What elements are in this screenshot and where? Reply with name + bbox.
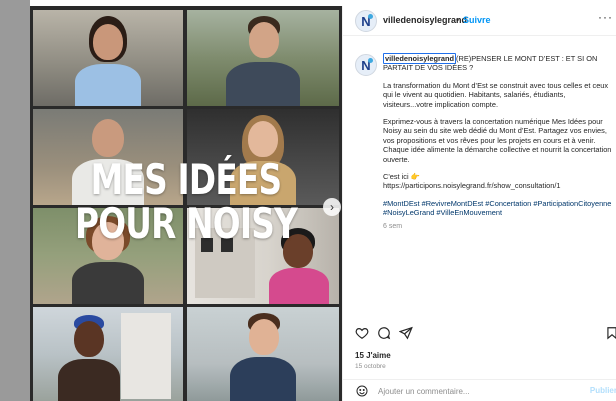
caption-age: 6 sem	[383, 222, 403, 230]
post-details-panel: N villedenoisylegrand • Suivre ··· N vil…	[342, 6, 616, 401]
photo-tile	[33, 307, 183, 401]
caption-hashtags[interactable]: #MontDEst #RevivreMontDEst #Concertation…	[383, 199, 616, 218]
overlay-title-line: MES IDÉES	[90, 155, 282, 204]
heart-icon[interactable]	[355, 326, 369, 340]
action-bar	[355, 326, 616, 344]
post-date: 15 octobre	[355, 363, 386, 370]
emoji-icon[interactable]	[356, 385, 368, 397]
publish-button[interactable]: Publier	[590, 386, 616, 395]
photo-tile	[33, 10, 183, 106]
photo-tile	[187, 307, 339, 401]
avatar[interactable]: N	[355, 10, 377, 32]
share-icon[interactable]	[399, 326, 413, 340]
caption-paragraph: Exprimez-vous à travers la concertation …	[383, 117, 612, 164]
photo-tile	[187, 10, 339, 106]
caption-headline: villedenoisylegrand (RE)PENSER LE MONT D’…	[383, 53, 616, 73]
caption-username[interactable]: villedenoisylegrand	[383, 53, 457, 64]
post-caption: villedenoisylegrand (RE)PENSER LE MONT D’…	[383, 53, 616, 239]
post-header: N villedenoisylegrand • Suivre ···	[343, 6, 616, 36]
likes-count[interactable]: 15 J'aime	[355, 351, 391, 360]
caption-paragraph: La transformation du Mont d’Est se const…	[383, 80, 609, 109]
comment-bar: Publier	[343, 379, 616, 401]
next-slide-button[interactable]: ›	[323, 198, 341, 216]
caption-link[interactable]: https://participons.noisylegrand.fr/show…	[383, 181, 616, 190]
caption-avatar[interactable]: N	[355, 54, 377, 76]
modal-backdrop[interactable]	[0, 0, 30, 401]
chevron-right-icon: ›	[330, 200, 334, 214]
comment-input[interactable]	[378, 384, 578, 398]
header-username[interactable]: villedenoisylegrand	[383, 15, 467, 25]
bookmark-icon[interactable]	[605, 326, 616, 340]
caption-link-intro: C'est ici 👉	[383, 172, 420, 182]
post-image[interactable]: MES IDÉES POUR NOISY ›	[30, 6, 342, 401]
post-title-overlay: MES IDÉES POUR NOISY	[30, 158, 342, 246]
comment-icon[interactable]	[377, 326, 391, 340]
more-options-button[interactable]: ···	[598, 10, 613, 24]
overlay-title-line: POUR NOISY	[74, 199, 298, 248]
follow-button[interactable]: Suivre	[463, 15, 491, 25]
separator-dot: •	[456, 15, 460, 25]
